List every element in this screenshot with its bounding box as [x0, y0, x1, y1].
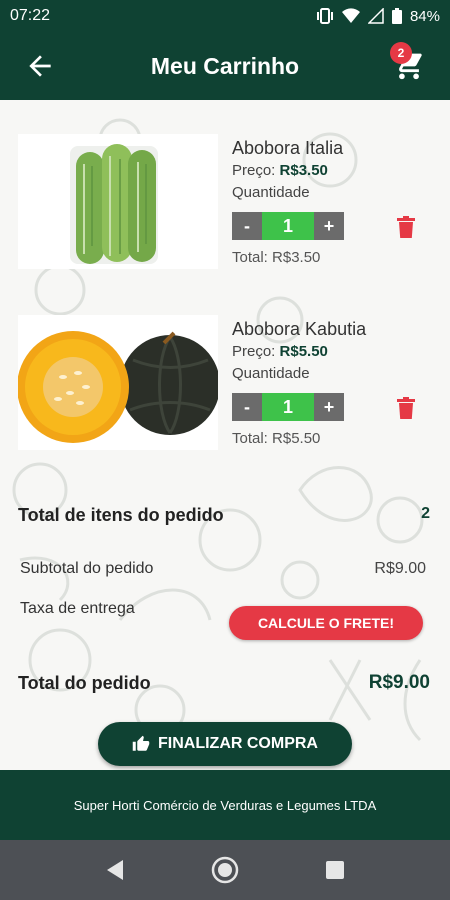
increase-quantity-button[interactable]: + — [314, 212, 344, 240]
product-name: Abobora Italia — [232, 138, 344, 158]
items-count-label: Total de itens do pedido — [18, 505, 224, 525]
item-total: Total: R$3.50 — [232, 249, 321, 266]
delivery-fee-label: Taxa de entrega — [20, 600, 135, 617]
cart-content[interactable]: Abobora Italia Preço: R$3.50 Quantidade … — [0, 100, 450, 770]
price-row: Preço: R$3.50 — [232, 162, 328, 179]
price-row: Preço: R$5.50 — [232, 343, 328, 360]
cart-count-badge: 2 — [390, 42, 412, 64]
checkout-button-label: FINALIZAR COMPRA — [158, 735, 318, 752]
product-name: Abobora Kabutia — [232, 319, 367, 339]
arrow-back-icon — [29, 55, 51, 77]
trash-icon — [397, 397, 415, 419]
system-nav-bar — [0, 840, 450, 900]
battery-level: 84% — [409, 7, 440, 25]
quantity-value: 1 — [262, 393, 314, 421]
status-icons: 84% — [316, 8, 440, 25]
item-total: Total: R$5.50 — [232, 430, 321, 447]
checkout-button[interactable]: FINALIZAR COMPRA — [98, 722, 352, 766]
increase-quantity-button[interactable]: + — [314, 393, 344, 421]
nav-home-button[interactable] — [205, 850, 245, 890]
nav-back-button[interactable] — [95, 850, 135, 890]
price-label: Preço: — [232, 162, 276, 179]
page-title: Meu Carrinho — [150, 52, 300, 79]
app-bar: Meu Carrinho 2 — [0, 32, 450, 100]
back-triangle-icon — [107, 860, 123, 880]
back-button[interactable] — [24, 50, 56, 82]
remove-item-button[interactable] — [396, 216, 416, 238]
quantity-label: Quantidade — [232, 184, 310, 201]
price-label: Preço: — [232, 343, 276, 360]
wifi-icon — [341, 8, 360, 23]
quantity-value: 1 — [262, 212, 314, 240]
company-footer: Super Horti Comércio de Verduras e Legum… — [0, 770, 450, 840]
price-value: R$5.50 — [279, 343, 328, 360]
footer-text: Super Horti Comércio de Verduras e Legum… — [73, 797, 377, 813]
status-time: 07:22 — [10, 7, 51, 24]
vibrate-icon — [316, 8, 333, 24]
order-total-label: Total do pedido — [18, 673, 151, 693]
status-bar: 07:22 84% — [0, 0, 450, 32]
cart-item: Abobora Italia Preço: R$3.50 Quantidade … — [0, 134, 450, 279]
quantity-stepper: - 1 + — [232, 212, 344, 240]
subtotal-value: R$9.00 — [374, 560, 426, 577]
trash-icon — [397, 216, 415, 238]
home-circle-icon — [211, 856, 239, 884]
battery-icon — [391, 8, 402, 24]
quantity-label: Quantidade — [232, 365, 310, 382]
product-image-abobora-kabutia — [18, 315, 218, 450]
recents-square-icon — [326, 861, 344, 879]
nav-recents-button[interactable] — [315, 850, 355, 890]
cart-item: Abobora Kabutia Preço: R$5.50 Quantidade… — [0, 315, 450, 460]
calculate-freight-button[interactable]: CALCULE O FRETE! — [229, 606, 423, 640]
order-total-value: R$9.00 — [368, 672, 430, 693]
decrease-quantity-button[interactable]: - — [232, 393, 262, 421]
items-count-value: 2 — [421, 505, 430, 522]
quantity-stepper: - 1 + — [232, 393, 344, 421]
signal-icon — [367, 8, 384, 24]
price-value: R$3.50 — [279, 162, 328, 179]
product-image-abobora-italia — [18, 134, 218, 269]
decrease-quantity-button[interactable]: - — [232, 212, 262, 240]
remove-item-button[interactable] — [396, 397, 416, 419]
subtotal-label: Subtotal do pedido — [20, 560, 154, 577]
thumbs-up-icon — [132, 735, 150, 751]
